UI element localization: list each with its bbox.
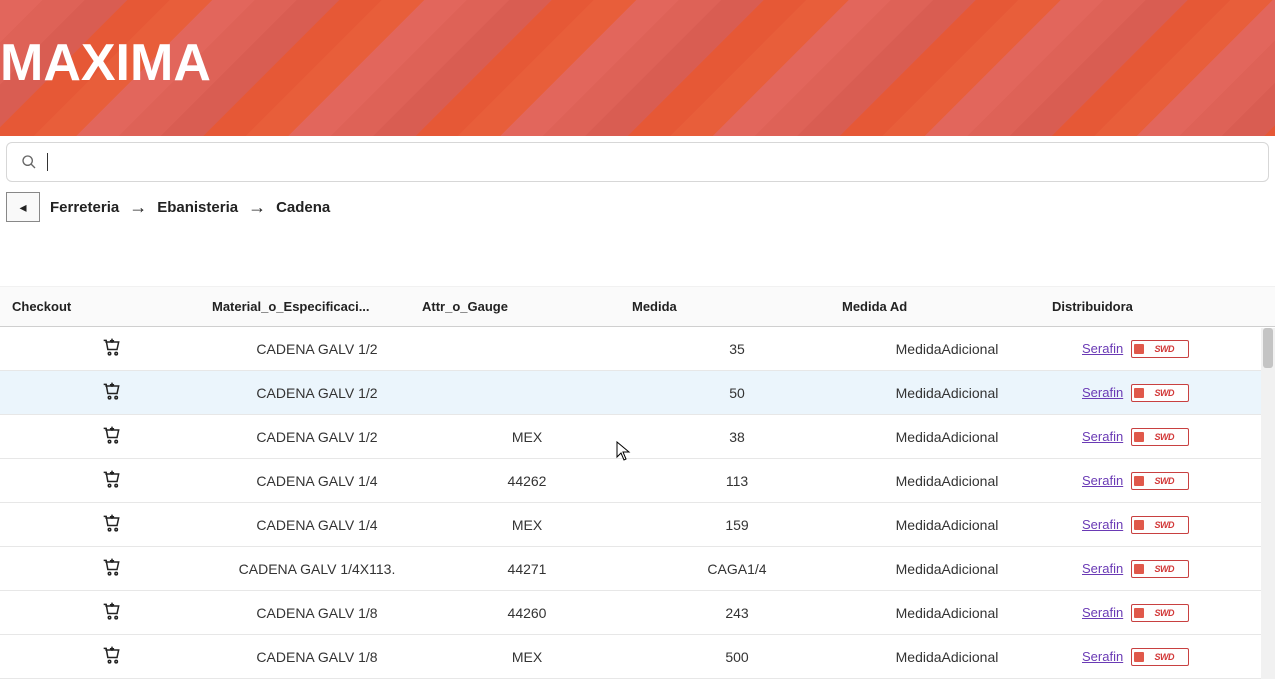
col-gauge[interactable]: Attr_o_Gauge [422,299,632,314]
cell-medida-ad: MedidaAdicional [842,605,1052,621]
search-bar[interactable] [6,142,1269,182]
cell-medida: 38 [632,429,842,445]
cell-medida: 35 [632,341,842,357]
cell-medida-ad: MedidaAdicional [842,517,1052,533]
add-to-cart-button[interactable] [102,601,122,624]
arrow-right-icon: → [248,197,266,218]
table-row[interactable]: CADENA GALV 1/2 35MedidaAdicional Serafin S… [0,327,1275,371]
add-to-cart-button[interactable] [102,469,122,492]
add-to-cart-button[interactable] [102,557,122,580]
search-input[interactable] [58,154,1254,171]
col-material[interactable]: Material_o_Especificaci... [212,299,422,314]
cell-material: CADENA GALV 1/8 [212,605,422,621]
cell-gauge: 44271 [422,561,632,577]
add-to-cart-button[interactable] [102,645,122,668]
cell-material: CADENA GALV 1/2 [212,385,422,401]
add-to-cart-icon [102,337,122,357]
search-icon [21,154,37,170]
add-to-cart-button[interactable] [102,425,122,448]
distributor-link[interactable]: Serafin [1082,385,1123,400]
hero-banner: MAXIMA [0,0,1275,136]
cell-medida: 113 [632,473,842,489]
table-header-row: Checkout Material_o_Especificaci... Attr… [0,286,1275,327]
distributor-logo: SWD [1131,472,1189,490]
cell-medida: 159 [632,517,842,533]
breadcrumb-item-1[interactable]: Ebanisteria [157,199,238,216]
cell-gauge: MEX [422,649,632,665]
cell-gauge: MEX [422,517,632,533]
table-row[interactable]: CADENA GALV 1/4X113.44271CAGA1/4MedidaAd… [0,547,1275,591]
table-row[interactable]: CADENA GALV 1/444262113MedidaAdicional Se… [0,459,1275,503]
search-caret [47,153,48,171]
add-to-cart-icon [102,557,122,577]
distributor-logo: SWD [1131,648,1189,666]
cell-medida-ad: MedidaAdicional [842,649,1052,665]
add-to-cart-button[interactable] [102,513,122,536]
add-to-cart-icon [102,601,122,621]
chevron-left-icon: ◂ [19,199,26,216]
distributor-link[interactable]: Serafin [1082,429,1123,444]
distributor-logo: SWD [1131,604,1189,622]
add-to-cart-icon [102,513,122,533]
cell-material: CADENA GALV 1/4 [212,517,422,533]
distributor-link[interactable]: Serafin [1082,605,1123,620]
back-button[interactable]: ◂ [6,192,40,222]
distributor-logo: SWD [1131,516,1189,534]
product-table: Checkout Material_o_Especificaci... Attr… [0,286,1275,679]
distributor-logo: SWD [1131,384,1189,402]
distributor-logo: SWD [1131,560,1189,578]
cell-medida-ad: MedidaAdicional [842,385,1052,401]
cell-medida-ad: MedidaAdicional [842,341,1052,357]
table-row[interactable]: CADENA GALV 1/8MEX500MedidaAdicional Sera… [0,635,1275,679]
add-to-cart-icon [102,381,122,401]
distributor-link[interactable]: Serafin [1082,561,1123,576]
cell-gauge: 44262 [422,473,632,489]
col-medida[interactable]: Medida [632,299,842,314]
cell-material: CADENA GALV 1/2 [212,429,422,445]
cell-material: CADENA GALV 1/2 [212,341,422,357]
distributor-logo: SWD [1131,428,1189,446]
vertical-scrollbar[interactable] [1261,328,1275,679]
breadcrumb-item-2[interactable]: Cadena [276,199,330,216]
add-to-cart-icon [102,645,122,665]
add-to-cart-button[interactable] [102,381,122,404]
scrollbar-thumb[interactable] [1263,328,1273,368]
cell-material: CADENA GALV 1/8 [212,649,422,665]
add-to-cart-button[interactable] [102,337,122,360]
col-distribuidora[interactable]: Distribuidora [1052,299,1262,314]
cell-material: CADENA GALV 1/4X113. [212,561,422,577]
table-row[interactable]: CADENA GALV 1/844260243MedidaAdicional Se… [0,591,1275,635]
distributor-link[interactable]: Serafin [1082,649,1123,664]
breadcrumb: ◂ Ferreteria → Ebanisteria → Cadena [0,182,1275,226]
cell-gauge: 44260 [422,605,632,621]
col-checkout[interactable]: Checkout [12,299,212,314]
add-to-cart-icon [102,425,122,445]
distributor-logo: SWD [1131,340,1189,358]
cell-medida: 243 [632,605,842,621]
cell-medida-ad: MedidaAdicional [842,473,1052,489]
table-row[interactable]: CADENA GALV 1/2MEX38MedidaAdicional Seraf… [0,415,1275,459]
cell-medida: 50 [632,385,842,401]
breadcrumb-item-0[interactable]: Ferreteria [50,199,119,216]
distributor-link[interactable]: Serafin [1082,517,1123,532]
col-medida-ad[interactable]: Medida Ad [842,299,1052,314]
cell-material: CADENA GALV 1/4 [212,473,422,489]
distributor-link[interactable]: Serafin [1082,473,1123,488]
page-title: MAXIMA [0,33,211,93]
cell-medida-ad: MedidaAdicional [842,429,1052,445]
distributor-link[interactable]: Serafin [1082,341,1123,356]
cell-medida-ad: MedidaAdicional [842,561,1052,577]
cell-gauge: MEX [422,429,632,445]
table-row[interactable]: CADENA GALV 1/4MEX159MedidaAdicional Sera… [0,503,1275,547]
add-to-cart-icon [102,469,122,489]
table-row[interactable]: CADENA GALV 1/2 50MedidaAdicional Serafin S… [0,371,1275,415]
arrow-right-icon: → [129,197,147,218]
cell-medida: 500 [632,649,842,665]
cell-medida: CAGA1/4 [632,561,842,577]
